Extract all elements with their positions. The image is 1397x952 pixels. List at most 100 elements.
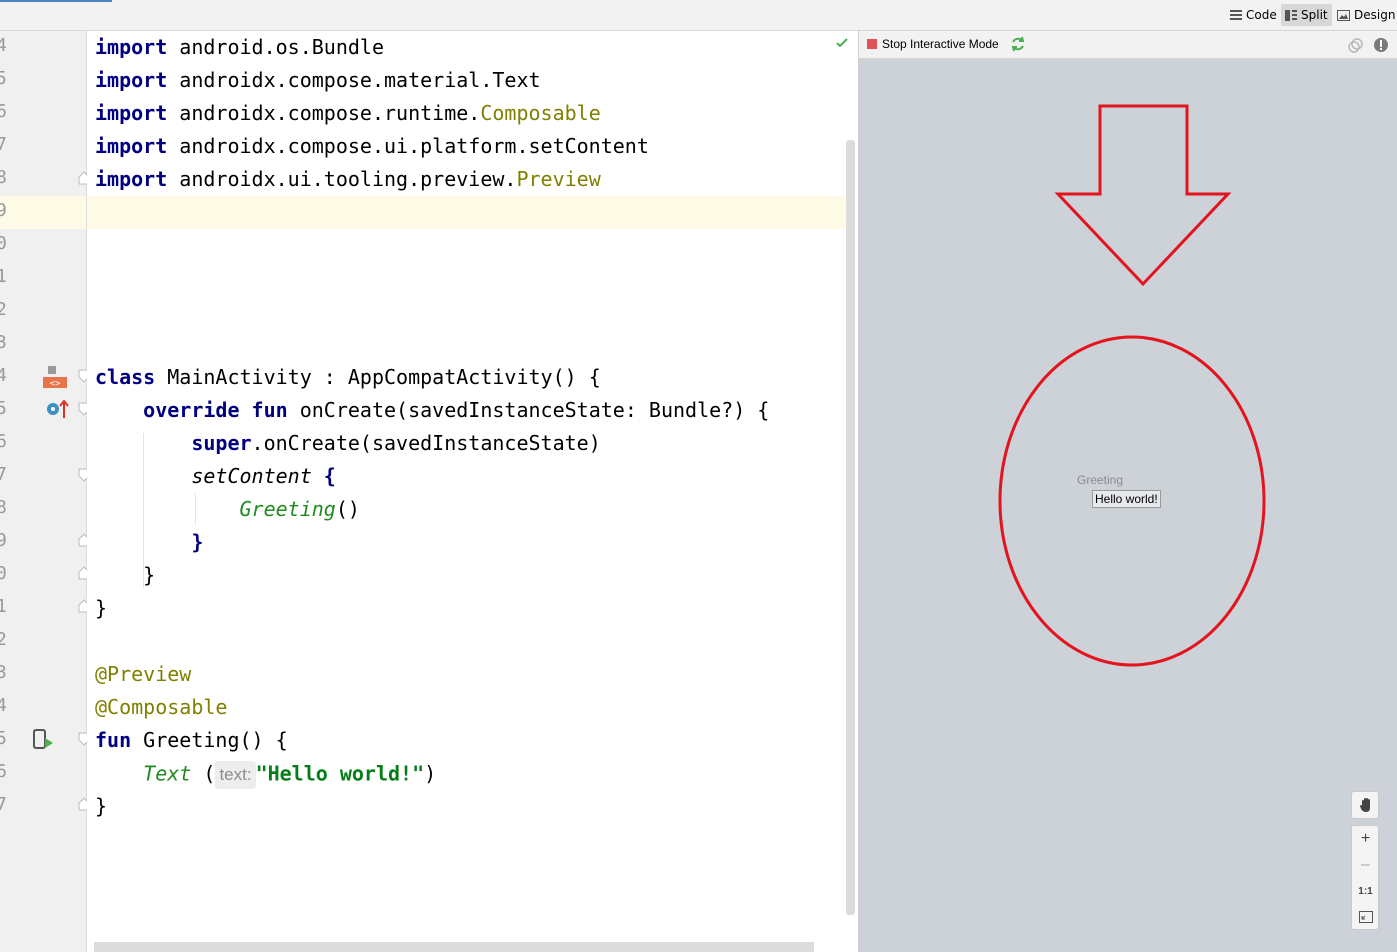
line-number: 2 (0, 299, 7, 320)
code-line[interactable]: Greeting() (95, 497, 360, 521)
code-token: android.os.Bundle (167, 35, 384, 59)
zoom-out-button[interactable]: – (1352, 852, 1379, 878)
split-view-icon (1285, 9, 1297, 21)
line-number-gutter: 4 5 6 7 8 9 0 1 2 3 4 5 6 7 8 9 0 1 2 3 4 5 6 7 <> (0, 31, 90, 952)
preview-toolbar: Stop Interactive Mode (858, 31, 1397, 59)
editor-top-toolbar: Code Split Design (0, 0, 1397, 31)
zoom-to-fit-button[interactable] (1352, 904, 1379, 930)
code-token: onCreate(savedInstanceState: Bundle?) { (287, 398, 770, 422)
line-number: 6 (0, 431, 7, 452)
pan-hand-icon[interactable] (1352, 792, 1379, 818)
line-number: 5 (0, 398, 7, 419)
code-token: MainActivity : AppCompatActivity() { (155, 365, 601, 389)
code-line[interactable]: setContent { (95, 464, 336, 488)
editor-horizontal-scrollbar[interactable] (94, 942, 814, 952)
parameter-hint: text: (215, 761, 256, 789)
code-line[interactable]: class MainActivity : AppCompatActivity()… (95, 365, 601, 389)
code-token: import (95, 134, 168, 158)
code-line[interactable]: import androidx.compose.runtime.Composab… (95, 101, 601, 125)
svg-text:<>: <> (50, 379, 61, 389)
line-number: 7 (0, 464, 7, 485)
code-token: super (191, 431, 252, 455)
code-token: "Hello world!" (255, 761, 425, 786)
code-token: import (95, 167, 168, 191)
code-token: androidx.compose.ui.platform.setContent (167, 134, 649, 158)
compose-preview-canvas[interactable]: Greeting Hello world! (858, 59, 1397, 952)
line-number: 2 (0, 629, 7, 650)
code-token: setContent (191, 464, 312, 488)
code-line[interactable]: import android.os.Bundle (95, 35, 384, 59)
code-line[interactable]: @Preview (95, 662, 191, 686)
code-token: import (95, 68, 168, 92)
line-number: 0 (0, 233, 7, 254)
code-line[interactable]: import androidx.compose.ui.platform.setC… (95, 134, 649, 158)
code-line[interactable]: } (95, 596, 107, 620)
line-number: 4 (0, 365, 7, 386)
stop-interactive-mode-button[interactable]: Stop Interactive Mode (867, 37, 999, 51)
line-number: 0 (0, 563, 7, 584)
warning-icon[interactable] (1373, 37, 1389, 53)
line-number: 3 (0, 662, 7, 683)
code-token: androidx.compose.runtime. (167, 101, 481, 125)
line-number: 8 (0, 167, 7, 188)
code-line[interactable]: @Composable (95, 695, 227, 719)
line-number: 6 (0, 101, 7, 122)
code-token: Composable (480, 101, 601, 125)
code-line[interactable]: } (95, 530, 203, 554)
code-token: import (95, 101, 168, 125)
code-token: androidx.compose.material.Text (167, 68, 541, 92)
down-arrow-annotation (1054, 104, 1232, 287)
code-token: () (335, 497, 360, 521)
zoom-in-button[interactable]: + (1352, 826, 1379, 852)
line-number: 5 (0, 728, 7, 749)
code-line[interactable]: } (95, 794, 107, 818)
code-token: class (95, 365, 156, 389)
split-view-label: Split (1301, 8, 1328, 22)
split-view-button[interactable]: Split (1281, 4, 1332, 26)
code-token: } (95, 596, 108, 620)
code-token: ( (191, 761, 216, 786)
code-view-button[interactable]: Code (1226, 4, 1281, 26)
code-line[interactable]: } (95, 563, 155, 587)
design-view-button[interactable]: Design (1333, 4, 1397, 26)
code-token: Greeting() { (131, 728, 288, 752)
code-line[interactable]: override fun onCreate(savedInstanceState… (95, 398, 769, 422)
code-token: .onCreate(savedInstanceState) (251, 431, 601, 455)
line-number: 9 (0, 530, 7, 551)
line-number: 9 (0, 200, 7, 221)
code-line[interactable]: import androidx.ui.tooling.preview.Previ… (95, 167, 601, 191)
pan-mode-control (1351, 791, 1379, 819)
code-line[interactable]: import androidx.compose.material.Text (95, 68, 541, 92)
line-number: 1 (0, 266, 7, 287)
line-number: 7 (0, 794, 7, 815)
activity-layout-icon[interactable]: <> (42, 364, 68, 390)
refresh-icon[interactable] (1010, 36, 1026, 52)
line-number: 8 (0, 497, 7, 518)
code-line[interactable]: fun Greeting() { (95, 728, 288, 752)
zoom-controls: + – 1:1 (1351, 825, 1379, 930)
code-token: } (95, 563, 156, 587)
line-number: 3 (0, 332, 7, 353)
zoom-actual-size-button[interactable]: 1:1 (1352, 878, 1379, 904)
code-line[interactable]: super.onCreate(savedInstanceState) (95, 431, 601, 455)
rendered-text-element[interactable]: Hello world! (1092, 490, 1161, 508)
code-token: Greeting (239, 497, 336, 521)
editor-vertical-scrollbar[interactable] (846, 140, 855, 915)
code-token: { (323, 464, 336, 488)
layers-icon[interactable] (1348, 37, 1364, 53)
code-token: @Preview (95, 662, 192, 686)
code-line[interactable]: Text (text: "Hello world!") (95, 761, 436, 789)
run-preview-icon[interactable] (32, 728, 56, 752)
no-problems-check-icon[interactable] (835, 37, 849, 49)
line-number: 6 (0, 761, 7, 782)
design-view-label: Design (1354, 8, 1396, 22)
image-icon (1337, 9, 1350, 21)
line-number: 4 (0, 35, 7, 56)
override-method-icon[interactable] (46, 398, 70, 420)
line-number: 1 (0, 596, 7, 617)
code-editor[interactable]: import android.os.Bundle import androidx.… (87, 31, 857, 952)
